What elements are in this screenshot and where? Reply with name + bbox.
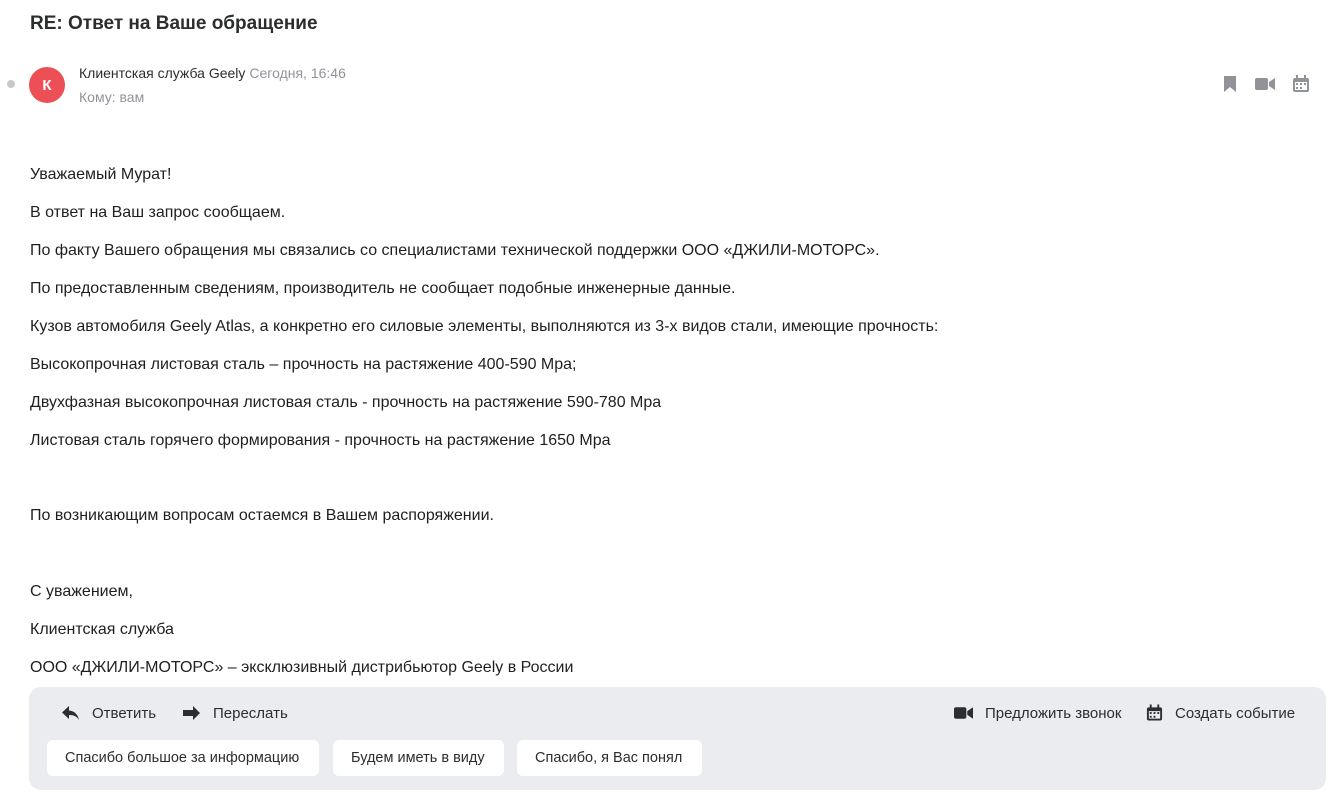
- sender-line: Клиентская служба Geely Сегодня, 16:46: [79, 65, 346, 81]
- email-view: RE: Ответ на Ваше обращение К Клиентская…: [0, 0, 1326, 793]
- sender-avatar[interactable]: К: [29, 67, 65, 103]
- email-date: Сегодня, 16:46: [249, 65, 346, 81]
- body-line: Кузов автомобиля Geely Atlas, а конкретн…: [30, 318, 939, 335]
- body-line: Двухфазная высокопрочная листовая сталь …: [30, 394, 662, 411]
- forward-button[interactable]: Переслать: [182, 702, 288, 724]
- body-line: По факту Вашего обращения мы связались с…: [30, 242, 880, 259]
- reply-label: Ответить: [92, 704, 157, 722]
- signature-line: С уважением,: [30, 583, 133, 600]
- forward-arrow-icon: [183, 706, 200, 720]
- reply-panel: Ответить Переслать Предложить звонок Соз…: [29, 687, 1326, 790]
- calendar-icon: [1146, 704, 1163, 721]
- signature-line: Клиентская служба: [30, 621, 174, 638]
- quick-reply-button[interactable]: Будем иметь в виду: [333, 740, 504, 776]
- suggest-call-button[interactable]: Предложить звонок: [954, 702, 1121, 724]
- unread-indicator[interactable]: [7, 80, 15, 88]
- body-line: Листовая сталь горячего формирования - п…: [30, 432, 611, 449]
- reply-arrow-icon: [62, 706, 79, 720]
- message-toolbar: [1206, 74, 1326, 94]
- reply-button[interactable]: Ответить: [61, 702, 156, 724]
- quick-reply-button[interactable]: Спасибо большое за информацию: [47, 740, 319, 776]
- body-line: Высокопрочная листовая сталь – прочность…: [30, 356, 577, 373]
- forward-label: Переслать: [213, 704, 288, 722]
- sender-name[interactable]: Клиентская служба Geely: [79, 65, 245, 81]
- create-event-button[interactable]: Создать событие: [1146, 702, 1295, 724]
- avatar-letter: К: [42, 76, 52, 94]
- video-camera-icon: [954, 707, 973, 719]
- video-camera-icon[interactable]: [1255, 74, 1275, 94]
- recipient-line[interactable]: Кому: вам: [79, 89, 144, 105]
- body-line: По возникающим вопросам остаемся в Вашем…: [30, 507, 494, 524]
- create-event-label: Создать событие: [1175, 704, 1296, 722]
- body-line: По предоставленным сведениям, производит…: [30, 280, 736, 297]
- quick-reply-button[interactable]: Спасибо, я Вас понял: [517, 740, 702, 776]
- suggest-call-label: Предложить звонок: [985, 704, 1122, 722]
- body-line: В ответ на Ваш запрос сообщаем.: [30, 204, 286, 221]
- bookmark-icon[interactable]: [1220, 74, 1240, 94]
- calendar-icon[interactable]: [1291, 74, 1311, 94]
- body-line-greeting: Уважаемый Мурат!: [30, 166, 172, 183]
- email-subject: RE: Ответ на Ваше обращение: [30, 13, 318, 34]
- signature-line: ООО «ДЖИЛИ-МОТОРС» – эксклюзивный дистри…: [30, 659, 574, 676]
